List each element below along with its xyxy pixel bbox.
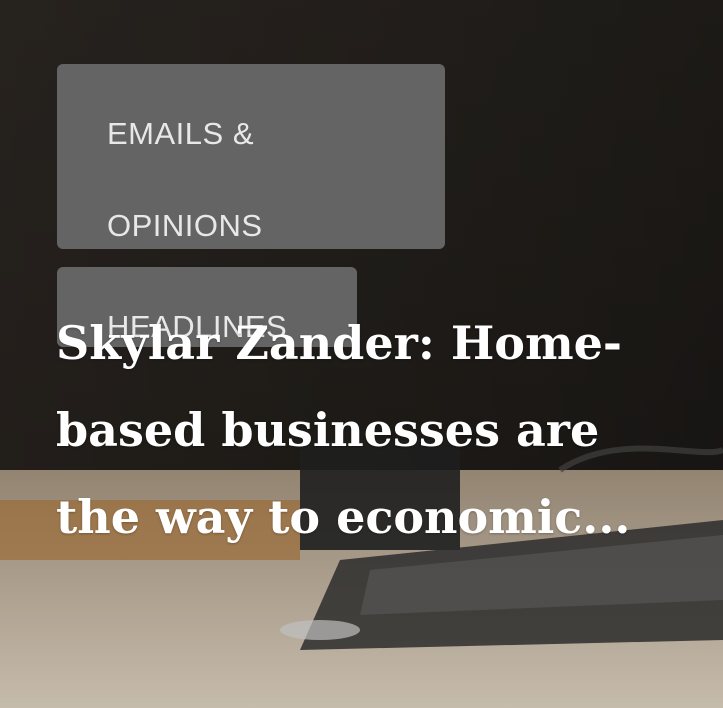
category-tag-emails-opinions[interactable]: EMAILS & OPINIONS — [57, 64, 445, 249]
article-headline[interactable]: Skylar Zander: Home-based businesses are… — [56, 300, 676, 561]
category-tag-label: EMAILS & OPINIONS — [107, 116, 263, 243]
article-card[interactable]: EMAILS & OPINIONS HEADLINES Skylar Zande… — [0, 0, 723, 708]
